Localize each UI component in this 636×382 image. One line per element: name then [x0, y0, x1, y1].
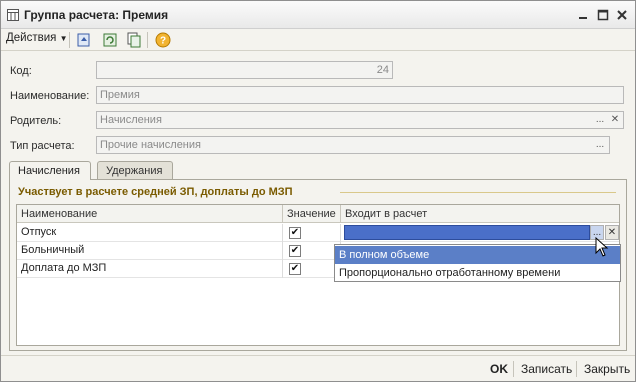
value-checkbox[interactable]: ✔ — [289, 245, 301, 257]
toolbar: Действия ▼ ? — [1, 29, 635, 51]
value-cell: ✔ — [283, 260, 341, 278]
code-field[interactable]: 24 — [96, 61, 393, 79]
svg-text:?: ? — [160, 36, 166, 47]
chevron-down-icon: ▼ — [59, 34, 68, 43]
dropdown-option-proportional[interactable]: Пропорционально отработанному времени — [335, 264, 620, 282]
table-header: Наименование Значение Входит в расчет — [17, 205, 619, 223]
code-value: 24 — [376, 64, 389, 76]
name-field[interactable]: Премия — [96, 86, 624, 104]
column-header-name[interactable]: Наименование — [17, 205, 283, 223]
calc-type-label: Тип расчета: — [10, 140, 75, 152]
copy-icon[interactable] — [125, 31, 143, 49]
refresh-icon[interactable] — [101, 31, 119, 49]
window-title: Группа расчета: Премия — [24, 8, 169, 22]
toolbar-divider — [69, 32, 70, 48]
included-dropdown: В полном объеме Пропорционально отработа… — [334, 244, 621, 282]
column-header-included[interactable]: Входит в расчет — [341, 205, 619, 223]
clear-icon[interactable]: ✕ — [608, 113, 622, 127]
column-header-value[interactable]: Значение — [283, 205, 341, 223]
form-window: Группа расчета: Премия Действия ▼ ? Код:… — [0, 0, 636, 382]
value-checkbox[interactable]: ✔ — [289, 227, 301, 239]
tab-accruals[interactable]: Начисления — [9, 161, 91, 180]
footer-separator — [513, 361, 514, 377]
move-up-icon[interactable] — [75, 31, 93, 49]
dropdown-option-full[interactable]: В полном объеме — [335, 246, 620, 264]
tab-label: Начисления — [18, 165, 80, 177]
save-button[interactable]: Записать — [521, 362, 572, 376]
code-label: Код: — [10, 65, 32, 77]
name-label: Наименование: — [10, 90, 90, 102]
parent-value: Начисления — [100, 114, 162, 126]
calc-type-field[interactable]: Прочие начисления ... — [96, 136, 610, 154]
actions-menu[interactable]: Действия ▼ — [6, 32, 68, 44]
select-icon[interactable]: ... — [593, 138, 607, 152]
row-name: Отпуск — [17, 224, 283, 242]
tab-label: Удержания — [106, 165, 163, 177]
ok-button[interactable]: OK — [490, 362, 508, 376]
mouse-cursor-icon — [595, 237, 609, 257]
included-editor[interactable]: ... ✕ — [343, 225, 619, 241]
parent-field[interactable]: Начисления ... ✕ — [96, 111, 624, 129]
included-input[interactable] — [344, 225, 590, 240]
value-cell: ✔ — [283, 242, 341, 260]
section-divider — [340, 192, 616, 193]
select-icon[interactable]: ... — [593, 113, 607, 127]
tab-deductions[interactable]: Удержания — [97, 161, 173, 179]
parent-label: Родитель: — [10, 115, 62, 127]
name-value: Премия — [100, 89, 140, 101]
footer-divider — [1, 355, 635, 356]
table-row[interactable]: Отпуск ✔ ... ✕ — [17, 224, 619, 242]
close-icon[interactable] — [614, 7, 630, 23]
row-name: Доплата до МЗП — [17, 260, 283, 278]
section-title: Участвует в расчете средней ЗП, доплаты … — [18, 186, 293, 198]
footer-separator — [576, 361, 577, 377]
toolbar-divider — [147, 32, 148, 48]
form-icon — [7, 9, 19, 21]
close-button[interactable]: Закрыть — [584, 362, 630, 376]
calc-type-value: Прочие начисления — [100, 139, 201, 151]
value-checkbox[interactable]: ✔ — [289, 263, 301, 275]
actions-label: Действия — [6, 32, 57, 44]
maximize-icon[interactable] — [595, 7, 611, 23]
value-cell: ✔ — [283, 224, 341, 242]
help-icon[interactable]: ? — [154, 31, 172, 49]
title-bar: Группа расчета: Премия — [1, 1, 635, 29]
minimize-icon[interactable] — [575, 7, 591, 23]
row-name: Больничный — [17, 242, 283, 260]
